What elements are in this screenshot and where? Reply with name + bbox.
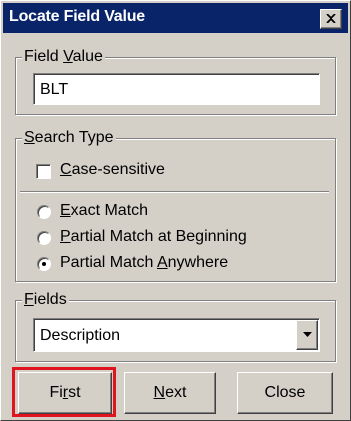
- partial-match-beginning-radio[interactable]: [37, 231, 51, 245]
- close-icon: [326, 14, 336, 23]
- radio-selected-dot: [42, 262, 46, 266]
- locate-field-value-dialog: Locate Field Value Field Value BLT Searc…: [0, 0, 351, 421]
- fields-dropdown[interactable]: Description: [33, 318, 320, 352]
- field-value-input[interactable]: BLT: [33, 73, 320, 105]
- dropdown-button[interactable]: [296, 320, 318, 350]
- chevron-down-icon: [303, 332, 312, 337]
- partial-match-anywhere-radio[interactable]: [37, 257, 51, 271]
- partial-match-anywhere-label[interactable]: Partial Match Anywhere: [60, 254, 228, 272]
- fields-group-label: Fields: [22, 291, 69, 309]
- fields-group: Fields Description: [15, 291, 336, 362]
- case-sensitive-label[interactable]: Case-sensitive: [60, 161, 165, 179]
- search-type-group: Search Type Case-sensitive Exact Match P…: [15, 129, 336, 282]
- next-button[interactable]: Next: [124, 372, 216, 414]
- first-button-highlight: [12, 367, 116, 417]
- exact-match-radio[interactable]: [37, 205, 51, 219]
- close-button[interactable]: Close: [237, 372, 333, 414]
- title-bar: Locate Field Value: [3, 3, 348, 33]
- fields-dropdown-value: Description: [40, 327, 121, 344]
- search-type-group-label: Search Type: [22, 129, 116, 147]
- field-value-group-label: Field Value: [22, 48, 105, 66]
- field-value-text: BLT: [40, 81, 69, 98]
- exact-match-label[interactable]: Exact Match: [60, 202, 148, 220]
- case-sensitive-checkbox[interactable]: [36, 164, 51, 179]
- partial-match-beginning-label[interactable]: Partial Match at Beginning: [60, 228, 247, 246]
- search-type-divider: [20, 191, 329, 193]
- close-window-button[interactable]: [320, 9, 342, 29]
- field-value-group: Field Value BLT: [15, 48, 336, 115]
- dialog-title: Locate Field Value: [9, 8, 146, 25]
